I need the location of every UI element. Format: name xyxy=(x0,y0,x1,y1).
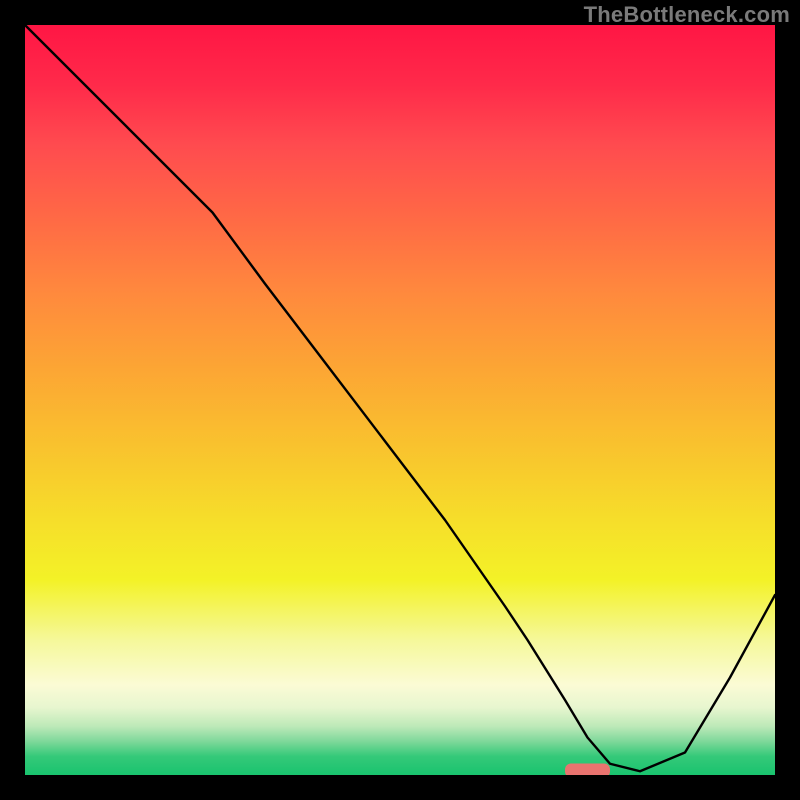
bottleneck-curve-line xyxy=(25,25,775,771)
chart-container: TheBottleneck.com xyxy=(0,0,800,800)
plot-area xyxy=(25,25,775,775)
watermark-text: TheBottleneck.com xyxy=(584,2,790,28)
optimal-marker xyxy=(565,764,610,776)
overlay-svg xyxy=(25,25,775,775)
